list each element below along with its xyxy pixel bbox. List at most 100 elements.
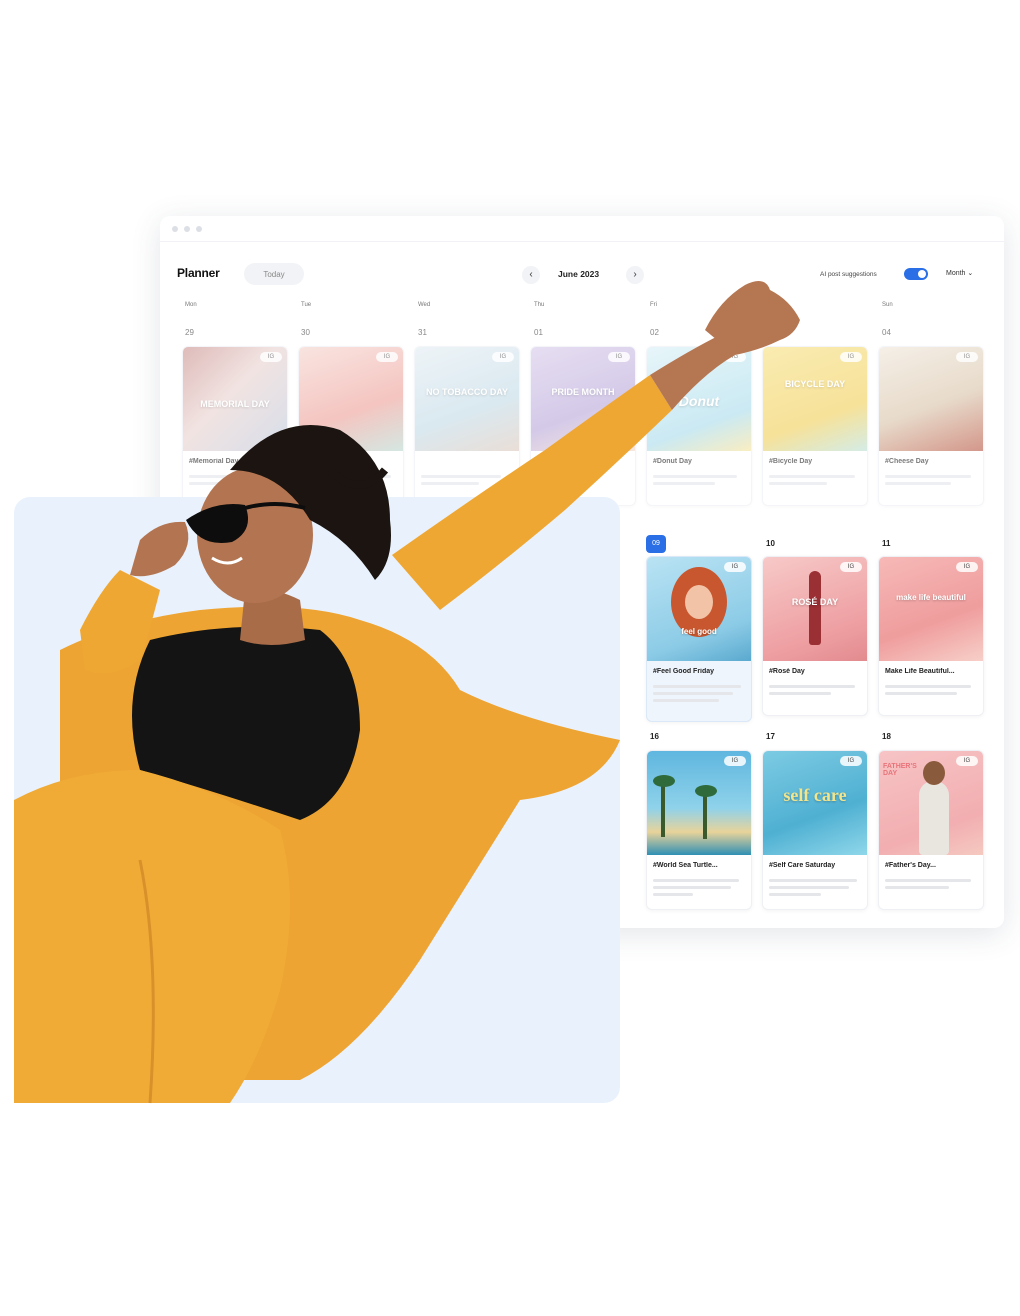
post-thumbnail: IG feel good [647,557,751,661]
date-number: 11 [882,539,891,548]
date-number: 18 [882,732,891,741]
post-title: #Bicycle Day [769,458,813,465]
post-thumbnail: IG FATHER'S DAY [879,751,983,855]
post-card[interactable]: IG #No Tobacco Day [298,346,404,506]
post-title: #Donut Day [653,458,692,465]
date-number: 01 [534,328,543,337]
caption-line [653,879,739,882]
thumbnail-text: FATHER'S DAY [883,763,917,777]
post-card[interactable]: IG NO TOBACCO DAY [414,346,520,506]
page-title: Planner [177,266,220,280]
instagram-icon: IG [376,352,398,362]
post-thumbnail: IG self care [763,751,867,855]
date-number: 10 [766,539,775,548]
ai-suggestions-toggle[interactable] [904,268,928,280]
caption-line [769,893,821,896]
chevron-down-icon: ⌄ [967,270,974,277]
instagram-icon: IG [840,562,862,572]
post-card[interactable]: IG self care #Self Care Saturday [762,750,868,910]
window-dot[interactable] [196,226,202,232]
thumbnail-text: Donut [678,393,720,409]
hero-image-panel [14,497,620,1103]
instagram-icon: IG [260,352,282,362]
post-card[interactable]: IG make life beautiful Make Life Beautif… [878,556,984,716]
post-card[interactable]: IG ROSÉ DAY #Rosé Day [762,556,868,716]
post-thumbnail: IG PRIDE MONTH [531,347,635,451]
month-label: June 2023 [558,269,600,279]
post-card[interactable]: IG FATHER'S DAY #Father's Day... [878,750,984,910]
instagram-icon: IG [956,352,978,362]
post-thumbnail: IG [879,347,983,451]
post-card[interactable]: IG Donut #Donut Day [646,346,752,506]
face-shape [685,585,713,619]
date-number: 31 [418,328,427,337]
thumbnail-text: ROSÉ DAY [791,597,839,607]
caption-line [885,475,971,478]
view-select-label: Month [946,270,966,277]
caption-line [189,475,275,478]
instagram-icon: IG [608,352,630,362]
post-title: #Feel Good Friday [653,668,715,675]
caption-line [885,482,951,485]
post-thumbnail: IG [299,347,403,451]
caption-line [305,475,391,478]
caption-line [305,482,365,485]
date-number: 17 [766,732,775,741]
window-dot[interactable] [184,226,190,232]
weekday-wed: Wed [418,302,431,308]
instagram-icon: IG [840,756,862,766]
caption-line [653,685,741,688]
date-number: 03 [766,328,775,337]
weekday-sun: Sun [882,302,893,308]
toggle-knob [918,270,926,278]
window-dot[interactable] [172,226,178,232]
date-number: 02 [650,328,659,337]
post-title: #Rosé Day [769,668,805,675]
post-title: #Memorial Day [189,458,239,465]
chevron-right-icon[interactable]: › [626,266,644,284]
caption-line [769,879,857,882]
caption-line [653,475,737,478]
ai-suggestions-label: AI post suggestions [820,271,877,278]
palm-trunk [703,791,707,839]
instagram-icon: IG [492,352,514,362]
post-card[interactable]: IG PRIDE MONTH [530,346,636,506]
date-number: 29 [185,328,194,337]
post-thumbnail: IG BICYCLE DAY [763,347,867,451]
instagram-icon: IG [956,756,978,766]
chevron-left-icon[interactable]: ‹ [522,266,540,284]
date-number: 30 [301,328,310,337]
post-title: #No Tobacco Day [305,458,364,465]
post-card[interactable]: IG feel good #Feel Good Friday [646,556,752,722]
instagram-icon: IG [724,352,746,362]
thumbnail-text: PRIDE MONTH [551,387,615,397]
post-card[interactable]: IG #Cheese Day [878,346,984,506]
post-thumbnail: IG MEMORIAL DAY [183,347,287,451]
thumbnail-text: MEMORIAL DAY [200,399,270,409]
post-title: #Father's Day... [885,862,936,869]
caption-line [653,692,733,695]
caption-line [769,685,855,688]
weekday-mon: Mon [185,302,197,308]
post-card[interactable]: IG BICYCLE DAY #Bicycle Day [762,346,868,506]
thumbnail-text: self care [783,785,847,805]
view-select[interactable]: Month ⌄ [946,269,973,277]
instagram-icon: IG [724,756,746,766]
caption-line [769,692,831,695]
caption-line [885,692,957,695]
post-title: #World Sea Turtle... [653,862,718,869]
bottle-shape [809,571,821,645]
post-thumbnail: IG ROSÉ DAY [763,557,867,661]
weekday-tue: Tue [301,302,312,308]
thumbnail-text: BICYCLE DAY [784,379,846,389]
caption-line [885,879,971,882]
caption-line [885,685,971,688]
today-date-chip[interactable]: 09 [646,535,666,553]
post-card[interactable]: IG #World Sea Turtle... [646,750,752,910]
caption-line [421,475,501,478]
weekday-thu: Thu [534,302,545,308]
today-button[interactable]: Today [244,263,304,285]
post-card[interactable]: IG MEMORIAL DAY #Memorial Day [182,346,288,506]
post-title: #Self Care Saturday [769,862,836,869]
caption-line [769,886,849,889]
